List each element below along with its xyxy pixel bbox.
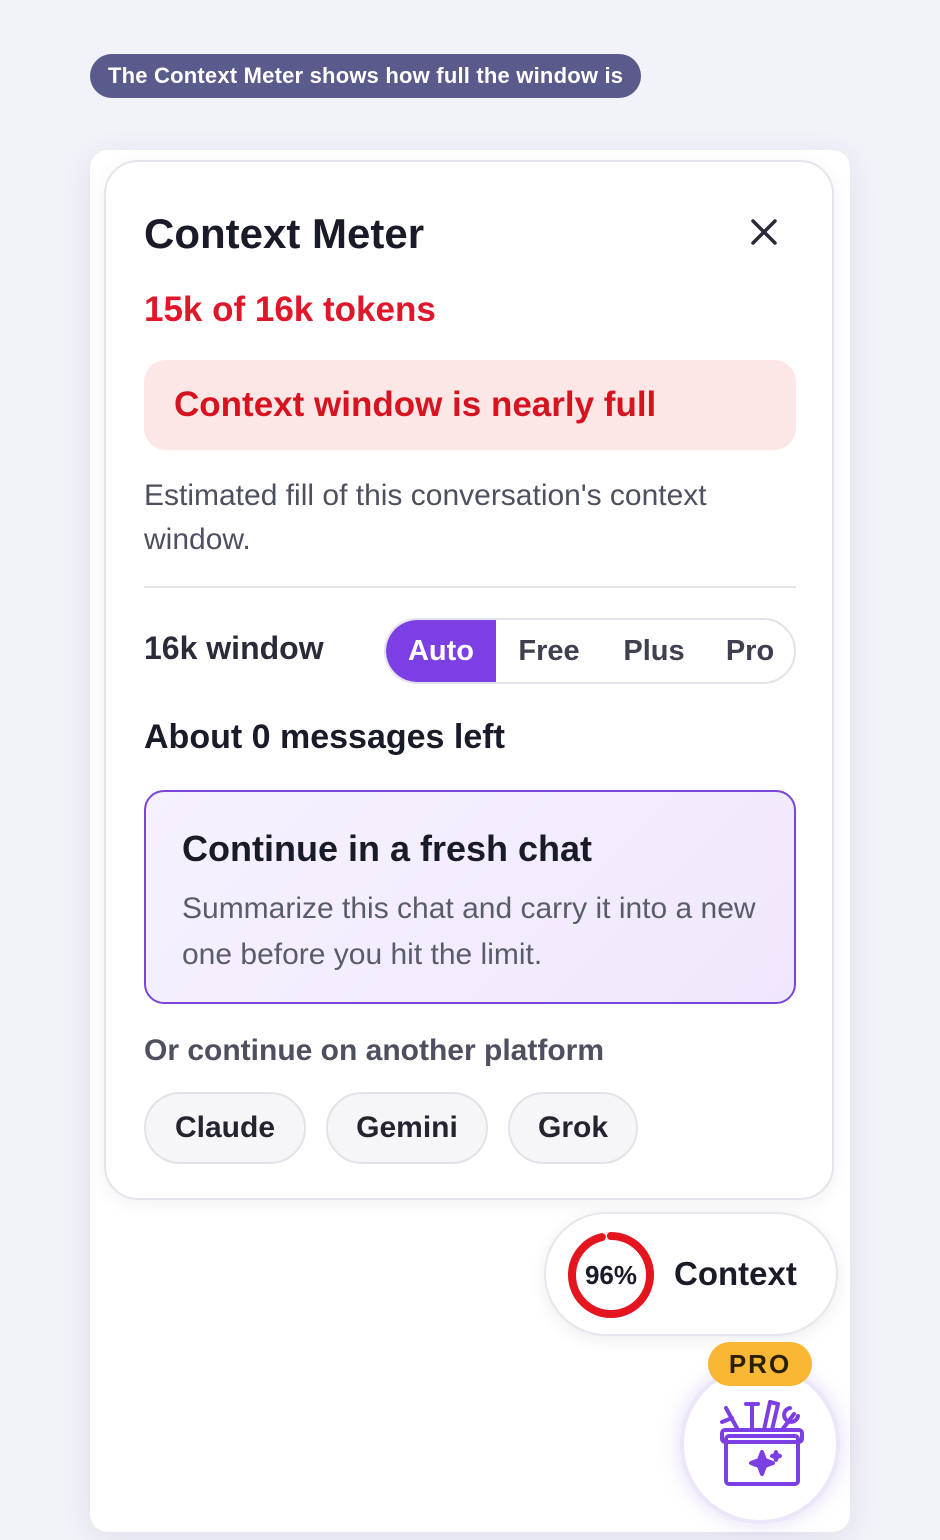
divider [144, 586, 796, 588]
context-percent: 96% [584, 1259, 638, 1290]
toolbox-icon [720, 1400, 804, 1486]
plan-option-pro[interactable]: Pro [706, 620, 794, 682]
pro-badge: PRO [708, 1342, 812, 1386]
context-button-label: Context [674, 1255, 797, 1292]
plan-option-free[interactable]: Free [496, 620, 602, 682]
warning-banner: Context window is nearly full [144, 360, 796, 450]
token-count: 15k of 16k tokens [144, 290, 436, 329]
fresh-chat-description: Summarize this chat and carry it into a … [182, 892, 756, 971]
close-icon[interactable] [744, 212, 784, 252]
pro-tools-button[interactable] [680, 1364, 840, 1524]
context-button[interactable]: 96% Context [544, 1212, 838, 1336]
fresh-chat-card[interactable]: Continue in a fresh chat Summarize this … [144, 790, 796, 1004]
platform-chips: Claude Gemini Grok [144, 1092, 638, 1164]
alt-platform-label: Or continue on another platform [144, 1034, 605, 1067]
messages-left: About 0 messages left [144, 718, 505, 756]
meter-description: Estimated fill of this conversation's co… [144, 479, 707, 556]
context-meter-panel: Context Meter 15k of 16k tokens Context … [104, 160, 834, 1200]
fresh-chat-title: Continue in a fresh chat [182, 828, 593, 869]
plan-option-auto[interactable]: Auto [386, 620, 496, 682]
plan-option-plus[interactable]: Plus [602, 620, 706, 682]
window-size-label: 16k window [144, 630, 324, 666]
caption-pill: The Context Meter shows how full the win… [90, 54, 642, 98]
platform-chip-claude[interactable]: Claude [144, 1092, 306, 1164]
plan-selector: Auto Free Plus Pro [384, 618, 796, 684]
platform-chip-grok[interactable]: Grok [508, 1092, 638, 1164]
platform-chip-gemini[interactable]: Gemini [326, 1092, 488, 1164]
panel-title: Context Meter [144, 210, 425, 257]
